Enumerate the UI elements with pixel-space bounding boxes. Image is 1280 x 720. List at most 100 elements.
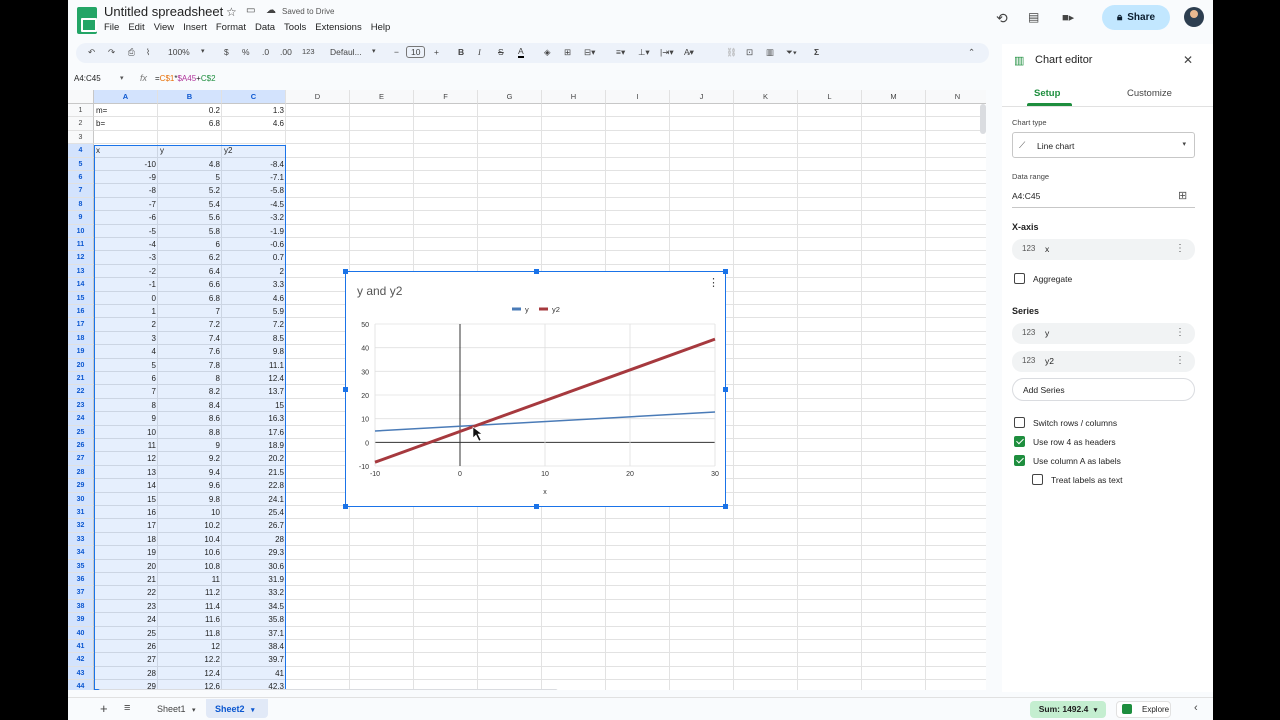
horizontal-align-icon[interactable]: ≡▾: [616, 47, 625, 58]
more-vert-icon[interactable]: ⋮: [1175, 243, 1185, 254]
cell[interactable]: -2: [94, 265, 158, 278]
cell[interactable]: 8.6: [158, 412, 222, 425]
cell[interactable]: 20.2: [222, 452, 286, 465]
resize-handle[interactable]: [534, 269, 539, 274]
column-header-k[interactable]: K: [734, 90, 798, 104]
italic-button[interactable]: I: [478, 47, 481, 57]
cell[interactable]: 31.9: [222, 573, 286, 586]
resize-handle[interactable]: [723, 504, 728, 509]
cell[interactable]: 4.6: [222, 117, 286, 130]
column-header-i[interactable]: I: [606, 90, 670, 104]
series-chip-y[interactable]: 123 y ⋮: [1012, 323, 1195, 344]
font-size-input[interactable]: 10: [406, 46, 426, 58]
row-header[interactable]: 9: [68, 211, 94, 225]
menu-insert[interactable]: Insert: [183, 22, 207, 33]
row-header[interactable]: 28: [68, 465, 94, 480]
redo-icon[interactable]: ↷: [108, 47, 115, 58]
explore-button[interactable]: Explore: [1116, 701, 1171, 718]
series-chip-y2[interactable]: 123 y2 ⋮: [1012, 351, 1195, 372]
row-header[interactable]: 10: [68, 224, 94, 238]
cell[interactable]: 16: [94, 506, 158, 519]
cell[interactable]: 39.7: [222, 653, 286, 666]
cell[interactable]: 20: [94, 560, 158, 573]
cell[interactable]: 22.8: [222, 479, 286, 492]
comments-icon[interactable]: ▤: [1028, 10, 1039, 24]
resize-handle[interactable]: [534, 504, 539, 509]
share-button[interactable]: 🔒︎ Share: [1102, 5, 1170, 30]
column-header-h[interactable]: H: [542, 90, 606, 104]
filter-icon[interactable]: ⏷▾: [786, 47, 797, 58]
cell[interactable]: 30.6: [222, 560, 286, 573]
percent-button[interactable]: %: [242, 47, 250, 57]
cell[interactable]: 17: [94, 519, 158, 532]
row-header[interactable]: 39: [68, 613, 94, 627]
cell[interactable]: 3.3: [222, 278, 286, 291]
font-size-increase-button[interactable]: +: [434, 47, 439, 57]
row-header[interactable]: 23: [68, 398, 94, 413]
row-header[interactable]: 13: [68, 264, 94, 279]
row-header[interactable]: 26: [68, 439, 94, 453]
row-header[interactable]: 30: [68, 492, 94, 506]
row-header[interactable]: 1: [68, 104, 94, 118]
cell[interactable]: 24: [94, 613, 158, 626]
row-header[interactable]: 11: [68, 238, 94, 252]
cell[interactable]: 25.4: [222, 506, 286, 519]
grid-select-icon[interactable]: ⊞: [1178, 189, 1187, 202]
row-header[interactable]: 4: [68, 144, 94, 158]
cell[interactable]: 19: [94, 546, 158, 559]
menu-data[interactable]: Data: [255, 22, 275, 33]
cell[interactable]: 9: [158, 439, 222, 452]
row-header[interactable]: 20: [68, 358, 94, 372]
row-header[interactable]: 42: [68, 653, 94, 667]
row-header[interactable]: 6: [68, 171, 94, 185]
cell[interactable]: 11: [158, 573, 222, 586]
cell[interactable]: 11.2: [158, 586, 222, 599]
cell[interactable]: 9.8: [158, 493, 222, 506]
sheet-tab-sheet2[interactable]: Sheet2 ▾: [206, 699, 268, 718]
cell[interactable]: -7.1: [222, 171, 286, 184]
cell[interactable]: 6.8: [158, 292, 222, 305]
use-column-labels-option[interactable]: Use column A as labels: [1014, 455, 1121, 466]
row-header[interactable]: 36: [68, 573, 94, 587]
row-header[interactable]: 16: [68, 305, 94, 319]
cell[interactable]: 12.4: [158, 667, 222, 680]
cell[interactable]: 38.4: [222, 640, 286, 653]
cell[interactable]: 2: [94, 318, 158, 331]
column-header-l[interactable]: L: [798, 90, 862, 104]
column-header-f[interactable]: F: [414, 90, 478, 104]
chart[interactable]: y and y2 y y2 -10 0 10 20 30 40 50 -10 0 10 20 30 x ⋮: [343, 269, 728, 509]
cell[interactable]: 8: [94, 399, 158, 412]
cell[interactable]: 8: [158, 372, 222, 385]
sheets-logo-icon[interactable]: [77, 7, 97, 34]
chart-menu-icon[interactable]: ⋮: [708, 276, 719, 289]
cell[interactable]: -7: [94, 198, 158, 211]
cell[interactable]: 26: [94, 640, 158, 653]
cell[interactable]: 5.2: [158, 184, 222, 197]
row-header[interactable]: 5: [68, 157, 94, 171]
vertical-align-icon[interactable]: ⊥▾: [638, 47, 650, 58]
cell[interactable]: 9: [94, 412, 158, 425]
row-header[interactable]: 40: [68, 626, 94, 640]
cell[interactable]: 6.6: [158, 278, 222, 291]
cell[interactable]: 26.7: [222, 519, 286, 532]
cell[interactable]: -8: [94, 184, 158, 197]
cell[interactable]: 28: [222, 533, 286, 546]
cell[interactable]: m=: [94, 104, 158, 117]
row-header[interactable]: 38: [68, 599, 94, 614]
menu-help[interactable]: Help: [371, 22, 391, 33]
row-header[interactable]: 34: [68, 546, 94, 560]
cell[interactable]: 11.4: [158, 600, 222, 613]
number-format-button[interactable]: 123: [302, 47, 315, 56]
cell[interactable]: 8.8: [158, 426, 222, 439]
cell[interactable]: 16.3: [222, 412, 286, 425]
more-vert-icon[interactable]: ⋮: [1175, 355, 1185, 366]
select-all-corner[interactable]: [68, 90, 94, 104]
column-header-a[interactable]: A: [94, 90, 158, 104]
row-header[interactable]: 29: [68, 479, 94, 493]
cell[interactable]: 18.9: [222, 439, 286, 452]
horizontal-scrollbar[interactable]: [98, 689, 558, 690]
row-header[interactable]: 25: [68, 425, 94, 439]
cell[interactable]: 12: [94, 452, 158, 465]
cell[interactable]: 15: [222, 399, 286, 412]
row-header[interactable]: 37: [68, 586, 94, 600]
